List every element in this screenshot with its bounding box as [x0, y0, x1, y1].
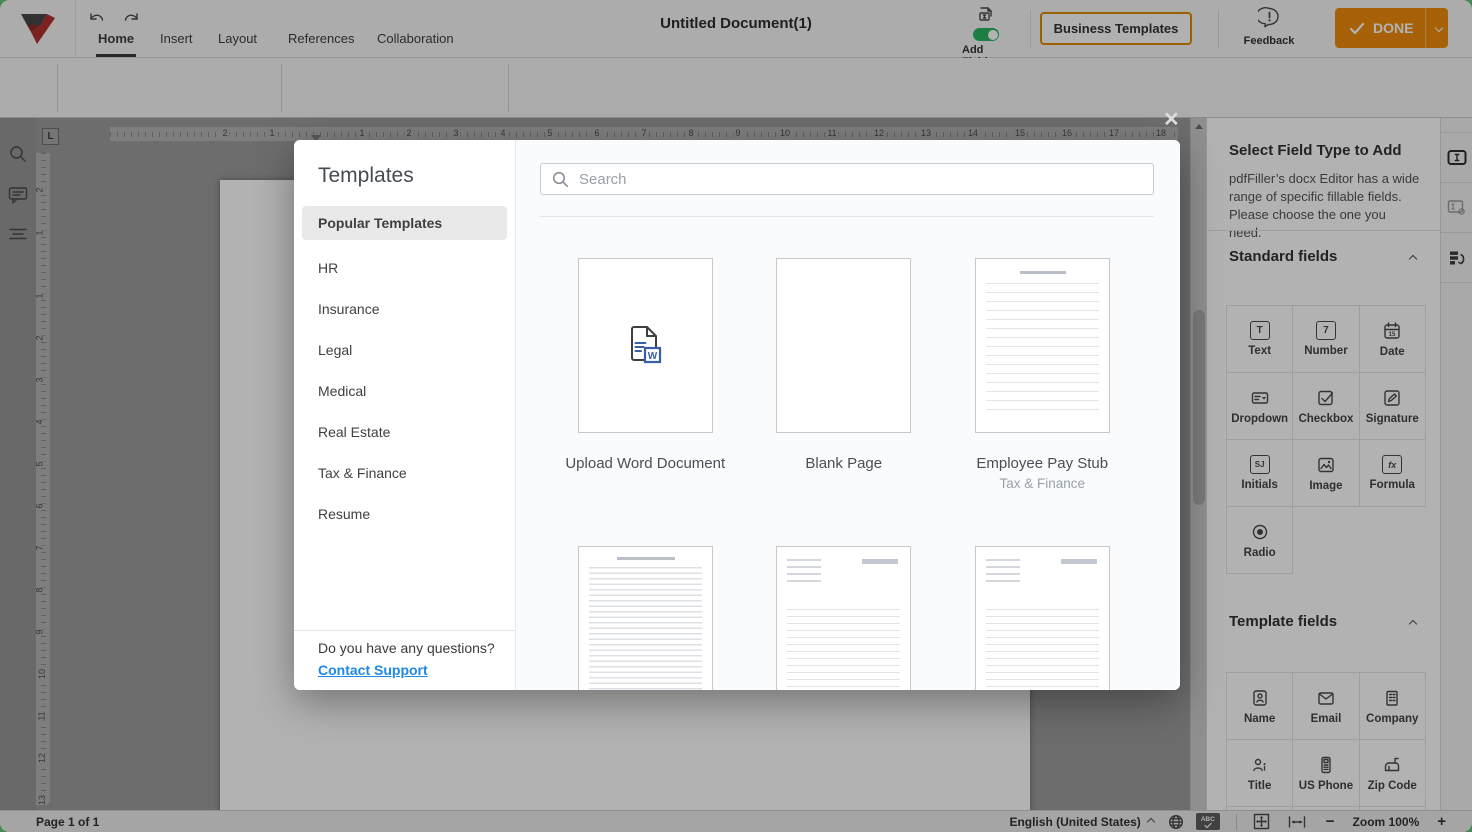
category-popular-templates[interactable]: Popular Templates [302, 206, 507, 240]
category-label: Insurance [318, 301, 379, 317]
blank-page-thumbnail [776, 258, 911, 433]
word-document-icon: W [621, 322, 669, 370]
modal-close-button[interactable]: ✕ [1163, 110, 1180, 130]
invoice-thumbnail [975, 546, 1110, 690]
category-label: Real Estate [318, 424, 390, 440]
template-card-employee-pay-stub[interactable]: Employee Pay Stub Tax & Finance [943, 258, 1142, 491]
svg-text:W: W [648, 351, 658, 362]
questions-text: Do you have any questions? [318, 640, 495, 656]
card-title: Blank Page [764, 453, 924, 474]
card-title: Employee Pay Stub [962, 453, 1122, 474]
card-subtitle: Tax & Finance [999, 476, 1085, 491]
category-medical[interactable]: Medical [302, 370, 507, 411]
upload-word-thumbnail: W [578, 258, 713, 433]
category-label: Popular Templates [318, 215, 442, 231]
category-label: Legal [318, 342, 352, 358]
templates-sidebar: Templates Popular Templates HR Insurance… [294, 140, 516, 690]
search-icon [552, 171, 569, 188]
card-title: Upload Word Document [565, 453, 725, 474]
app-window: Home Insert Layout References Collaborat… [0, 0, 1472, 832]
category-hr[interactable]: HR [302, 247, 507, 288]
pay-stub-thumbnail [975, 258, 1110, 433]
thumbnail-lines [986, 559, 1020, 585]
thumbnail-lines [787, 559, 821, 585]
category-tax-finance[interactable]: Tax & Finance [302, 452, 507, 493]
template-cards-row1: W Upload Word Document Blank Page Employ… [546, 258, 1142, 491]
category-legal[interactable]: Legal [302, 329, 507, 370]
content-divider [540, 216, 1154, 217]
templates-modal: Templates Popular Templates HR Insurance… [294, 140, 1180, 690]
category-resume[interactable]: Resume [302, 493, 507, 534]
template-card-upload-word[interactable]: W Upload Word Document [546, 258, 745, 491]
close-icon: ✕ [1163, 109, 1180, 131]
category-insurance[interactable]: Insurance [302, 288, 507, 329]
template-cards-row2 [546, 546, 1142, 690]
contact-support-link[interactable]: Contact Support [318, 662, 428, 678]
modal-title: Templates [318, 164, 414, 188]
document-thumbnail [578, 546, 713, 690]
template-card-invoice[interactable] [745, 546, 944, 690]
sidebar-divider [294, 630, 515, 631]
category-real-estate[interactable]: Real Estate [302, 411, 507, 452]
category-label: Tax & Finance [318, 465, 407, 481]
template-card-invoice2[interactable] [943, 546, 1142, 690]
templates-content: W Upload Word Document Blank Page Employ… [516, 140, 1180, 690]
invoice-thumbnail [776, 546, 911, 690]
template-categories: Popular Templates HR Insurance Legal Med… [302, 206, 507, 534]
template-card-blank-page[interactable]: Blank Page [745, 258, 944, 491]
template-card-document[interactable] [546, 546, 745, 690]
category-label: Resume [318, 506, 370, 522]
template-search-input[interactable] [540, 163, 1154, 195]
category-label: HR [318, 260, 338, 276]
category-label: Medical [318, 383, 366, 399]
